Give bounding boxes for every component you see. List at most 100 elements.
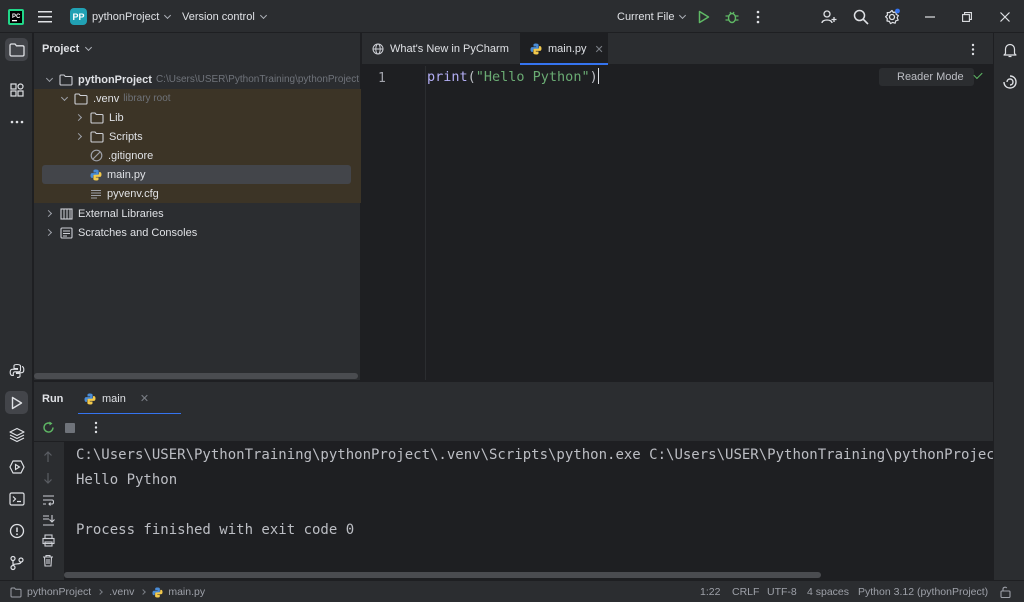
python-file-icon: [84, 393, 96, 404]
code-string: "Hello Python": [475, 69, 590, 85]
editor-tab-options-icon[interactable]: [971, 33, 985, 65]
scroll-down-arrow-icon[interactable]: [43, 472, 53, 487]
close-tab-icon[interactable]: ✕: [595, 43, 604, 56]
add-user-icon[interactable]: [821, 0, 837, 33]
gutter-divider: [425, 66, 426, 380]
run-side-toolbar: [34, 442, 64, 580]
tree-item-scratches[interactable]: Scratches and Consoles: [34, 223, 361, 242]
trash-icon[interactable]: [42, 554, 54, 570]
collapse-arrow-icon[interactable]: [74, 113, 83, 122]
tree-item-label: main.py: [107, 168, 146, 181]
tree-item-project-root[interactable]: pythonProject C:\Users\USER\PythonTraini…: [34, 70, 361, 89]
close-run-tab-icon[interactable]: ✕: [140, 392, 149, 405]
scroll-up-arrow-icon[interactable]: [43, 451, 53, 466]
folder-icon: [90, 130, 104, 143]
more-tool-windows-icon[interactable]: [5, 110, 28, 133]
editor-tab-bar: What's New in PyCharm main.py ✕: [362, 33, 993, 65]
line-separator[interactable]: CRLF: [732, 581, 759, 602]
left-tool-strip: [0, 33, 33, 580]
tree-item-scripts[interactable]: Scripts: [34, 127, 361, 146]
collapse-arrow-icon[interactable]: [44, 228, 53, 237]
tree-item-main-py[interactable]: main.py: [34, 165, 361, 184]
run-panel-title: Run: [42, 393, 64, 405]
expand-arrow-icon[interactable]: [60, 93, 69, 101]
git-icon[interactable]: [5, 551, 28, 574]
tree-item-venv[interactable]: .venv library root: [34, 89, 361, 108]
project-horizontal-scrollbar[interactable]: [34, 373, 358, 379]
svg-text:PC: PC: [12, 14, 21, 20]
run-tab-main[interactable]: main ✕: [78, 382, 181, 415]
run-more-options-icon[interactable]: [94, 421, 98, 437]
collapse-arrow-icon[interactable]: [74, 132, 83, 141]
breadcrumb-separator-icon: [140, 589, 147, 595]
code-editor[interactable]: 1 print("Hello Python") Reader Mode: [362, 66, 993, 380]
inspection-ok-check-icon[interactable]: [973, 69, 983, 80]
chevron-down-icon: [85, 43, 93, 52]
tree-item-external-libraries[interactable]: External Libraries: [34, 204, 361, 223]
breadcrumb-item[interactable]: .venv: [109, 586, 134, 598]
version-control-menu[interactable]: Version control: [182, 0, 267, 33]
tree-item-lib[interactable]: Lib: [34, 108, 361, 127]
problems-icon[interactable]: [5, 519, 28, 542]
debug-icon[interactable]: [725, 0, 739, 33]
tree-item-label: .venv: [93, 92, 120, 105]
project-switcher[interactable]: PP pythonProject: [70, 0, 172, 33]
folder-icon: [10, 587, 22, 597]
breadcrumb-item[interactable]: pythonProject: [27, 586, 91, 598]
tree-item-pyvenv-cfg[interactable]: pyvenv.cfg: [34, 184, 361, 203]
notifications-bell-icon[interactable]: [998, 38, 1021, 61]
unlock-icon[interactable]: [1000, 581, 1011, 602]
python-packages-icon[interactable]: [5, 359, 28, 382]
terminal-icon[interactable]: [5, 487, 28, 510]
folder-icon: [59, 73, 73, 86]
version-control-label: Version control: [182, 10, 255, 23]
breadcrumb-item[interactable]: main.py: [168, 586, 205, 598]
scroll-to-end-icon[interactable]: [42, 514, 55, 529]
python-interpreter[interactable]: Python 3.12 (pythonProject): [858, 581, 988, 602]
project-folder-icon[interactable]: [5, 38, 28, 61]
tree-item-label: Scripts: [109, 130, 143, 143]
console-horizontal-scrollbar[interactable]: [64, 572, 821, 578]
tree-item-gitignore[interactable]: .gitignore: [34, 146, 361, 165]
tab-whats-new[interactable]: What's New in PyCharm: [362, 33, 520, 65]
services-icon[interactable]: [5, 455, 28, 478]
tab-label: main.py: [548, 43, 587, 55]
indent-setting[interactable]: 4 spaces: [807, 581, 849, 602]
layers-icon[interactable]: [5, 423, 28, 446]
stop-icon[interactable]: [65, 423, 75, 433]
run-config-selector[interactable]: Current File: [617, 0, 687, 33]
collapse-arrow-icon[interactable]: [44, 209, 53, 218]
tree-item-label: pythonProject: [78, 73, 152, 86]
soft-wrap-icon[interactable]: [42, 494, 55, 509]
chevron-down-icon: [259, 11, 267, 19]
text-caret: [597, 67, 600, 84]
project-panel-title: Project: [42, 43, 80, 55]
reader-mode-button[interactable]: Reader Mode: [879, 68, 974, 86]
code-line-1[interactable]: print("Hello Python"): [427, 67, 600, 85]
project-panel-header[interactable]: Project: [42, 43, 93, 55]
run-tool-icon[interactable]: [5, 391, 28, 414]
rerun-icon[interactable]: [42, 421, 55, 437]
structure-icon[interactable]: [5, 78, 28, 101]
print-icon[interactable]: [42, 534, 55, 550]
pycharm-logo-icon[interactable]: PC: [8, 0, 24, 33]
close-window-icon[interactable]: [1000, 0, 1010, 33]
python-file-icon: [530, 43, 542, 55]
tab-label: What's New in PyCharm: [390, 43, 509, 55]
expand-arrow-icon[interactable]: [45, 74, 54, 82]
restore-icon[interactable]: [962, 0, 972, 33]
tab-main-py[interactable]: main.py ✕: [520, 33, 608, 65]
run-console-output[interactable]: C:\Users\USER\PythonTraining\pythonProje…: [64, 442, 993, 580]
project-name: pythonProject: [92, 10, 160, 23]
caret-position[interactable]: 1:22: [700, 581, 720, 602]
search-icon[interactable]: [853, 0, 869, 33]
project-panel: Project pythonProject C:\Users\USER\Pyth…: [34, 33, 361, 380]
selection-highlight: [42, 165, 351, 184]
settings-gear-icon[interactable]: [884, 0, 901, 33]
minimize-icon[interactable]: [925, 0, 935, 33]
main-menu-icon[interactable]: [38, 0, 54, 33]
run-icon[interactable]: [698, 0, 710, 33]
ai-assistant-icon[interactable]: [998, 70, 1021, 93]
more-actions-icon[interactable]: [756, 0, 760, 33]
file-encoding[interactable]: UTF-8: [767, 581, 797, 602]
